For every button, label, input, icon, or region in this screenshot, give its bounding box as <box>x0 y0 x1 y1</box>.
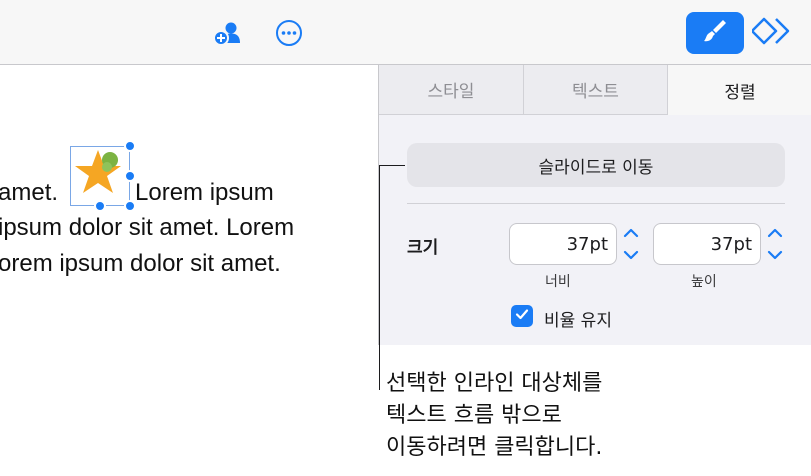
chevron-up-icon <box>623 228 639 238</box>
keep-ratio-checkbox[interactable] <box>511 305 533 327</box>
resize-handle-bottom[interactable] <box>94 200 106 212</box>
text-line-1-after: Lorem ipsum <box>135 179 274 207</box>
callout-line: 선택한 인라인 대상체를 <box>386 371 603 396</box>
height-field[interactable]: 37pt <box>653 223 761 265</box>
tab-style[interactable]: 스타일 <box>379 65 523 115</box>
inline-star-object[interactable] <box>70 140 136 212</box>
format-button[interactable] <box>686 12 744 54</box>
text-line-1: amet. <box>0 179 58 207</box>
inspector-tabs: 스타일 텍스트 정렬 <box>379 65 811 115</box>
chevron-up-icon <box>767 228 783 238</box>
checkmark-icon <box>514 306 530 326</box>
resize-handle-top-right[interactable] <box>124 140 136 152</box>
callout-line: 이동하려면 클릭합니다. <box>386 435 603 460</box>
text-fragment: amet. <box>0 179 59 206</box>
callout-line: 텍스트 흐름 밖으로 <box>386 403 562 428</box>
text-line-3: orem ipsum dolor sit amet. <box>0 250 281 277</box>
star-icon <box>75 150 121 193</box>
tab-text[interactable]: 텍스트 <box>524 65 667 115</box>
height-caption: 높이 <box>691 274 717 290</box>
add-person-icon[interactable] <box>212 18 242 48</box>
diamond-animate-icon <box>750 15 792 51</box>
text-line-2: ipsum dolor sit amet. Lorem <box>0 214 295 241</box>
chevron-down-icon <box>623 250 639 260</box>
text-fragment: Lorem ipsum <box>135 179 274 206</box>
animate-button[interactable] <box>750 14 792 52</box>
width-caption: 너비 <box>545 274 571 290</box>
callout-text: 선택한 인라인 대상체를 텍스트 흐름 밖으로 이동하려면 클릭합니다. <box>386 368 602 464</box>
keep-ratio-label: 비율 유지 <box>544 311 612 331</box>
width-stepper[interactable] <box>622 225 640 263</box>
callout-leader-vertical <box>379 165 380 390</box>
divider <box>407 203 785 204</box>
resize-handle-right[interactable] <box>124 170 136 182</box>
size-label: 크기 <box>407 238 439 258</box>
move-to-slide-button[interactable]: 슬라이드로 이동 <box>407 143 785 187</box>
width-field[interactable]: 37pt <box>509 223 617 265</box>
height-stepper[interactable] <box>766 225 784 263</box>
paintbrush-icon <box>701 17 729 49</box>
resize-handle-bottom-right[interactable] <box>124 200 136 212</box>
format-inspector: 스타일 텍스트 정렬 슬라이드로 이동 크기 37pt 너비 37pt 높이 비… <box>378 65 811 345</box>
callout-leader-horizontal <box>379 165 405 166</box>
ellipsis-icon[interactable] <box>274 18 304 48</box>
tab-arrange[interactable]: 정렬 <box>668 65 811 115</box>
toolbar <box>0 0 811 65</box>
document-canvas[interactable]: amet. Lorem ipsum ipsum dolor sit amet. … <box>0 65 378 345</box>
chevron-down-icon <box>767 250 783 260</box>
